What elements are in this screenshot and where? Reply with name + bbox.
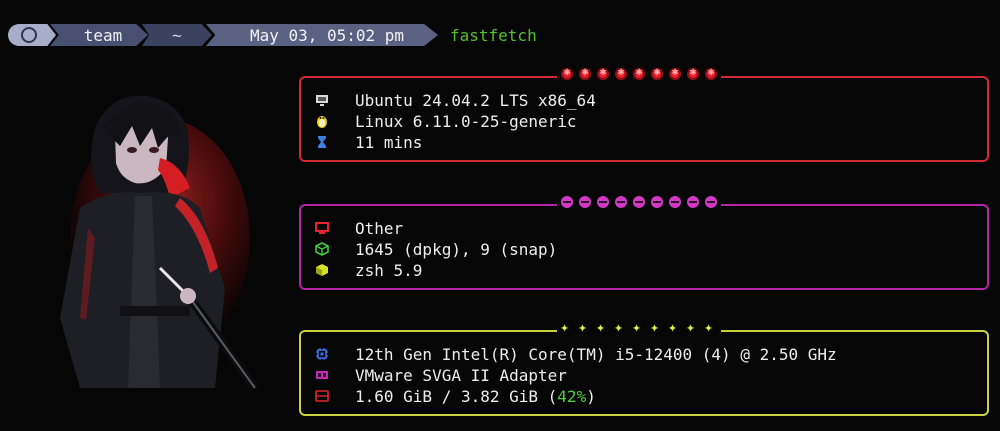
character-illustration <box>60 95 259 391</box>
os-segment <box>8 24 56 46</box>
system-info-box: Ubuntu 24.04.2 LTS x86_64 Linux 6.11.0-2… <box>299 65 989 162</box>
hardware-info-box: 12th Gen Intel(R) Core(TM) i5-12400 (4) … <box>299 318 989 416</box>
command-text[interactable]: fastfetch <box>450 26 537 45</box>
gpu-icon <box>315 368 329 382</box>
magenta-dot-divider <box>557 196 721 208</box>
red-dot-divider <box>557 65 721 80</box>
time-segment: May 03, 05:02 pm <box>206 24 438 46</box>
cpu-value: 12th Gen Intel(R) Core(TM) i5-12400 (4) … <box>355 344 837 364</box>
package-icon <box>315 242 329 256</box>
memory-suffix: ) <box>586 386 596 406</box>
gpu-value: VMware SVGA II Adapter <box>355 365 567 385</box>
prompt-user: team <box>83 25 123 45</box>
kernel-row: Linux 6.11.0-25-generic <box>315 111 577 131</box>
display-row: Other <box>315 218 403 238</box>
tux-icon <box>315 114 329 128</box>
os-row: Ubuntu 24.04.2 LTS x86_64 <box>315 90 596 110</box>
os-value: Ubuntu 24.04.2 LTS x86_64 <box>355 90 596 110</box>
yellow-star-divider <box>557 318 721 336</box>
ubuntu-icon <box>21 27 37 43</box>
monitor-icon <box>315 93 329 107</box>
packages-row: 1645 (dpkg), 9 (snap) <box>315 239 557 259</box>
hourglass-icon <box>315 135 329 149</box>
cpu-icon <box>315 347 329 361</box>
gpu-row: VMware SVGA II Adapter <box>315 365 567 385</box>
uptime-row: 11 mins <box>315 132 422 152</box>
software-info-box: Other 1645 (dpkg), 9 (snap) zsh 5.9 <box>299 196 989 290</box>
packages-value: 1645 (dpkg), 9 (snap) <box>355 239 558 259</box>
shell-value: zsh 5.9 <box>355 260 423 280</box>
memory-row: 1.60 GiB / 3.82 GiB (42%) <box>315 386 596 406</box>
shell-row: zsh 5.9 <box>315 260 422 280</box>
kernel-value: Linux 6.11.0-25-generic <box>355 111 577 131</box>
cpu-row: 12th Gen Intel(R) Core(TM) i5-12400 (4) … <box>315 344 837 364</box>
prompt-dir: ~ <box>172 25 182 45</box>
uptime-value: 11 mins <box>355 132 423 152</box>
display-icon <box>315 221 329 235</box>
prompt-datetime: May 03, 05:02 pm <box>249 25 405 45</box>
memory-value: 1.60 GiB / 3.82 GiB ( <box>355 386 558 406</box>
memory-percent: 42% <box>557 386 587 406</box>
user-segment: team <box>50 24 148 46</box>
dir-segment: ~ <box>142 24 212 46</box>
display-value: Other <box>355 218 404 238</box>
shell-icon <box>315 263 329 277</box>
shell-prompt: team ~ May 03, 05:02 pm fastfetch <box>8 24 537 46</box>
memory-icon <box>315 389 329 403</box>
